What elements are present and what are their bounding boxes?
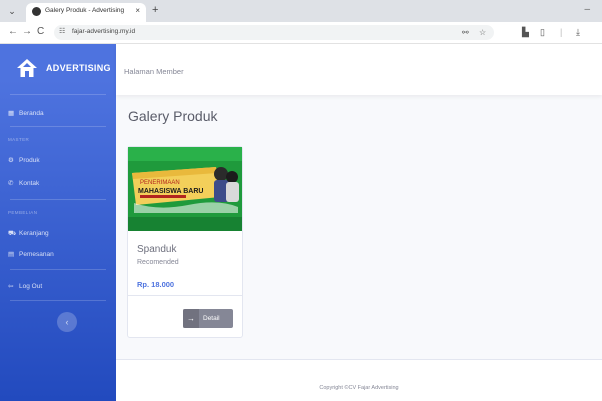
topbar-title: Halaman Member bbox=[124, 67, 184, 76]
reading-list-icon[interactable]: ▯ bbox=[540, 27, 545, 38]
banner-line-2: MAHASISWA BARU bbox=[138, 188, 203, 195]
sidebar-divider bbox=[10, 269, 106, 270]
sidebar-item-label: Produk bbox=[19, 157, 40, 164]
browser-tabbar: ⌄ Galery Produk - Advertising × + – bbox=[0, 0, 602, 22]
sidebar-toggle-button[interactable]: ‹ bbox=[57, 312, 77, 332]
wrench-icon: ✆ bbox=[8, 180, 14, 187]
dashboard-icon: ▦ bbox=[8, 110, 15, 117]
translate-icon[interactable]: ⚯ bbox=[462, 28, 469, 37]
footer: Copyright ©CV Fajar Advertising bbox=[116, 360, 602, 401]
product-name: Spanduk bbox=[137, 244, 177, 255]
sidebar-divider bbox=[10, 94, 106, 95]
tab-search-icon[interactable]: ⌄ bbox=[6, 5, 18, 17]
brand-name: ADVERTISING bbox=[46, 63, 111, 73]
forward-icon[interactable]: → bbox=[22, 26, 32, 38]
browser-tab[interactable]: Galery Produk - Advertising × bbox=[26, 3, 146, 22]
site-info-icon[interactable]: ☷ bbox=[59, 27, 65, 35]
address-bar[interactable]: ☷ fajar-advertising.my.id ⚯ ☆ bbox=[54, 25, 494, 40]
sidebar-divider bbox=[10, 199, 106, 200]
sidebar-divider bbox=[10, 126, 106, 127]
favicon-icon bbox=[32, 7, 41, 16]
sidebar-item-kontak[interactable]: ✆ Kontak bbox=[8, 179, 39, 187]
product-price: Rp. 18.000 bbox=[137, 280, 175, 289]
table-icon: ▤ bbox=[8, 251, 15, 258]
bookmark-star-icon[interactable]: ☆ bbox=[479, 28, 486, 37]
sidebar-divider bbox=[10, 300, 106, 301]
cart-icon: ⛟ bbox=[8, 230, 17, 237]
sidebar-item-logout[interactable]: ⇦ Log Out bbox=[8, 282, 42, 290]
toolbar-divider: | bbox=[560, 27, 563, 37]
product-card: PENERIMAAN MAHASISWA BARU Spanduk Recome… bbox=[127, 146, 243, 338]
product-image: PENERIMAAN MAHASISWA BARU bbox=[128, 147, 242, 231]
sidebar-item-label: Pemesanan bbox=[19, 251, 54, 258]
sidebar-item-label: Kontak bbox=[19, 180, 40, 187]
reload-icon[interactable]: C bbox=[37, 26, 44, 38]
sidebar-item-label: Log Out bbox=[19, 283, 43, 290]
logout-icon: ⇦ bbox=[8, 283, 14, 290]
sidebar: ADVERTISING ▦ Beranda MASTER ⚙ Produk ✆ Kon… bbox=[0, 44, 116, 401]
sidebar-item-beranda[interactable]: ▦ Beranda bbox=[8, 109, 44, 117]
minimize-button[interactable]: – bbox=[584, 4, 590, 15]
download-icon[interactable]: ⤓ bbox=[576, 27, 580, 38]
banner-illustration: PENERIMAAN MAHASISWA BARU bbox=[128, 147, 242, 231]
product-subtitle: Recomended bbox=[137, 259, 179, 266]
sidebar-item-keranjang[interactable]: ⛟ Keranjang bbox=[8, 229, 49, 238]
copyright-text: Copyright ©CV Fajar Advertising bbox=[319, 385, 399, 391]
tab-close-icon[interactable]: × bbox=[135, 6, 140, 15]
new-tab-button[interactable]: + bbox=[152, 4, 158, 16]
tab-title: Galery Produk - Advertising bbox=[45, 7, 125, 14]
url-text: fajar-advertising.my.id bbox=[72, 28, 136, 35]
house-logo-icon bbox=[17, 59, 37, 77]
extensions-icon[interactable]: ▙ bbox=[522, 27, 529, 38]
page-title: Galery Produk bbox=[128, 108, 218, 124]
sidebar-item-label: Beranda bbox=[19, 110, 44, 117]
detail-button-label: Detail bbox=[203, 315, 220, 322]
topbar: Halaman Member bbox=[116, 44, 602, 95]
sidebar-item-label: Keranjang bbox=[19, 230, 49, 237]
sidebar-item-pemesanan[interactable]: ▤ Pemesanan bbox=[8, 250, 54, 258]
cog-icon: ⚙ bbox=[8, 157, 14, 164]
sidebar-heading: PEMBELIAN bbox=[8, 210, 38, 215]
card-footer-divider bbox=[128, 295, 242, 296]
detail-button[interactable]: → Detail bbox=[183, 309, 233, 328]
banner-line-1: PENERIMAAN bbox=[140, 180, 180, 186]
sidebar-heading: MASTER bbox=[8, 137, 30, 142]
back-icon[interactable]: ← bbox=[8, 26, 18, 38]
sidebar-item-produk[interactable]: ⚙ Produk bbox=[8, 156, 40, 164]
arrow-right-icon: → bbox=[183, 309, 199, 328]
sidebar-brand[interactable]: ADVERTISING bbox=[0, 44, 116, 95]
browser-toolbar: ← → C ☷ fajar-advertising.my.id ⚯ ☆ ▙ ▯ … bbox=[0, 22, 602, 44]
